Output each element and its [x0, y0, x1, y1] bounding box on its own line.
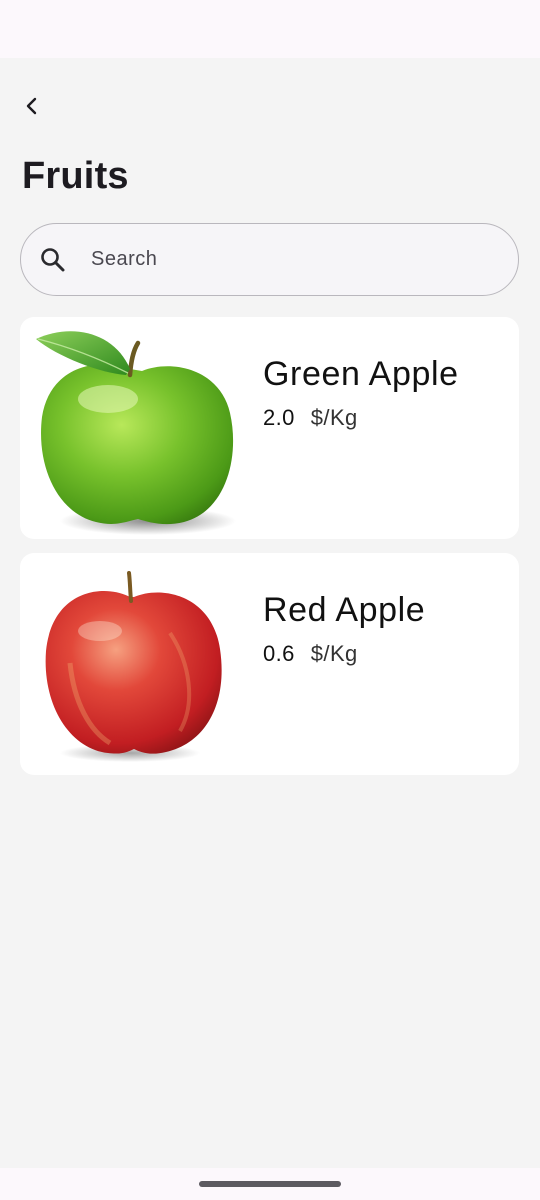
page-title: Fruits: [22, 155, 129, 197]
price-unit: $/Kg: [310, 641, 358, 666]
search-input[interactable]: [91, 248, 471, 271]
back-button[interactable]: [16, 90, 48, 122]
red-apple-image: [45, 571, 222, 762]
price-row: 2.0 $/Kg: [263, 405, 358, 431]
product-name: Green Apple: [263, 355, 459, 393]
search-bar[interactable]: [20, 223, 519, 296]
product-price: 0.6: [263, 641, 295, 666]
product-card-green-apple[interactable]: Green Apple 2.0 $/Kg: [20, 317, 519, 539]
home-indicator[interactable]: [199, 1181, 341, 1187]
navigation-bar: [0, 1168, 540, 1200]
product-name: Red Apple: [263, 591, 426, 629]
green-apple-image: [36, 331, 236, 535]
product-price: 2.0: [263, 405, 295, 430]
product-card-red-apple[interactable]: Red Apple 0.6 $/Kg: [20, 553, 519, 775]
chevron-left-icon: [26, 97, 37, 115]
price-unit: $/Kg: [310, 405, 358, 430]
search-icon: [41, 247, 65, 271]
status-bar: [0, 0, 540, 58]
price-row: 0.6 $/Kg: [263, 641, 358, 667]
